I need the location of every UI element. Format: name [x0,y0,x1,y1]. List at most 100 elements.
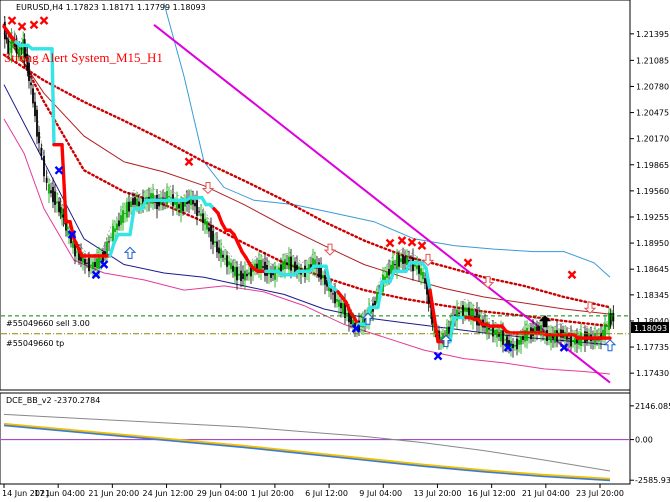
time-axis: 14 Jun 202117 Jun 04:00 21 Jun 20:00 24 Ju… [2,484,624,498]
candle-body [204,218,206,225]
candle-body [140,203,142,205]
candle-body [502,330,504,345]
candle-body [100,258,102,261]
candle-body [222,254,224,258]
candle-body [84,258,86,265]
price-tick-label: 1.18645 [636,265,669,274]
candle-body [574,337,576,345]
candle-body [474,315,476,318]
price-tick-label: 1.21085 [636,56,669,65]
price-tick-label: 1.20475 [636,109,669,118]
price-tick-label: 1.18950 [636,239,669,248]
candle-body [214,241,216,244]
candle-body [224,258,226,260]
candle-body [282,261,284,270]
candle-body [248,272,250,275]
candle-body [244,270,246,281]
candle-body [168,196,170,198]
candle-body [30,82,32,86]
candle-body [234,266,236,277]
candle-body [568,338,570,340]
candle-body [180,201,182,214]
candle-body [262,266,264,268]
candle-body [396,254,398,270]
candle-body [126,201,128,218]
time-tick-label: 9 Jul 04:00 [359,489,402,498]
candle-body [332,293,334,295]
candle-body [72,241,74,248]
candle-body [402,255,404,264]
candle-body [106,241,108,254]
candle-body [54,191,56,205]
candle-body [288,256,290,270]
candle-body [110,236,112,238]
candle-body [208,227,210,232]
time-tick-label: 21 Jun 20:00 [88,489,139,498]
candle-body [398,254,400,267]
candle-body [608,313,610,330]
candle-body [412,257,414,272]
candle-body [494,329,496,335]
symbol-header: EURUSD,H4 1.17823 1.18171 1.17799 1.1809… [16,3,206,12]
time-tick-label: 1 Jul 20:00 [251,489,294,498]
oscillator-tick-label: -2585.9331 [635,476,670,485]
candle-body [416,265,418,270]
sell-order-label: #55049660 sell 3.00 [6,319,90,328]
candle-body [322,275,324,278]
price-tick-label: 1.17735 [636,343,669,352]
candle-body [264,261,266,276]
candle-body [260,260,262,271]
candle-body [28,62,30,81]
candle-body [340,302,342,309]
candle-body [50,190,52,194]
candle-body [5,37,8,40]
candle-body [56,201,58,204]
candle-body [122,210,124,223]
candle-body [330,288,332,292]
candle-body [226,255,228,267]
candle-body [216,241,218,253]
candle-body [498,332,500,337]
candle-body [538,326,540,332]
candle-body [612,312,615,322]
candle-body [554,330,556,344]
candle-body [94,261,96,267]
mt4-chart[interactable]: 1.21395 1.21085 1.20780 1.20475 1.20170 1.198… [0,0,670,502]
candle-body [390,264,392,274]
price-tick-label: 1.19560 [636,187,669,196]
candle-body [274,266,276,280]
candle-body [284,259,286,270]
candle-body [36,109,38,137]
candle-body [488,327,490,330]
time-tick-label: 16 Jul 12:00 [468,489,516,498]
indicator-window[interactable] [0,392,631,485]
candle-body [400,258,402,263]
candle-body [48,184,50,194]
candle-body [66,227,69,230]
price-tick-label: 1.19255 [636,213,669,222]
candle-body [240,270,242,282]
candle-body [460,311,462,313]
candle-body [458,312,460,314]
candle-body [192,200,194,205]
candle-body [572,339,574,342]
candle-body [238,273,240,276]
tp-order-label: #55049660 tp [6,339,64,348]
candle-body [334,290,336,304]
time-tick-label: 21 Jul 04:00 [522,489,570,498]
candle-body [236,266,238,281]
price-tick-label: 1.20780 [636,82,669,91]
candle-body [280,264,282,272]
candle-body [464,307,466,312]
candle-body [258,259,260,271]
candle-body [220,248,222,259]
candle-body [232,265,234,272]
candle-body [92,261,94,270]
candle-body [448,326,450,334]
candle-body [516,338,518,350]
candle-body [58,201,60,212]
candle-body [604,323,606,338]
candle-body [88,257,90,272]
time-tick-label: 17 Jun 04:00 [34,489,85,498]
candle-body [128,201,130,212]
